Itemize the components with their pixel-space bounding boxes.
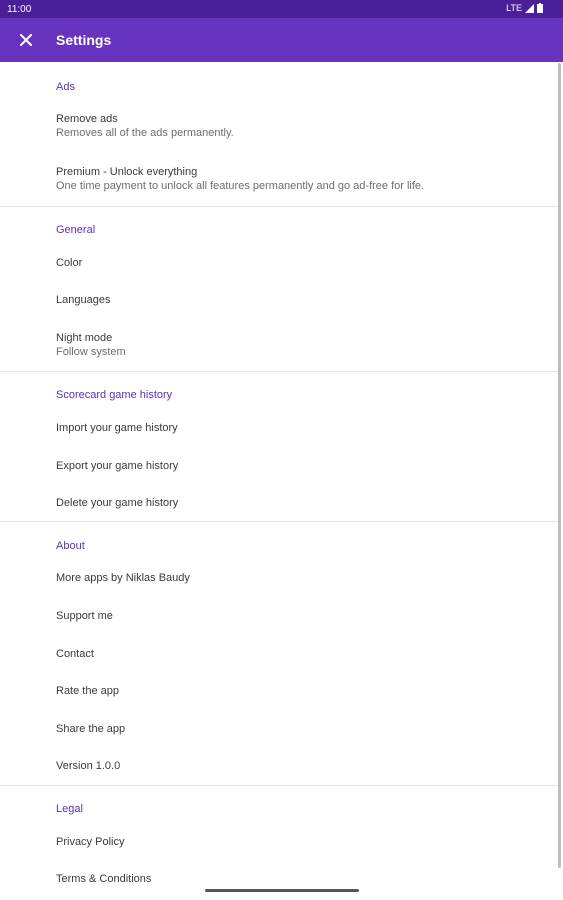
status-time: 11:00	[7, 4, 32, 15]
app-bar: Settings	[0, 18, 563, 62]
privacy-policy-item[interactable]: Privacy Policy	[56, 835, 543, 849]
delete-history-title: Delete your game history	[56, 497, 179, 509]
section-header-general: General	[56, 224, 96, 236]
network-type: LTE	[506, 3, 522, 13]
premium-title: Premium - Unlock everything	[56, 166, 198, 178]
divider	[0, 206, 558, 207]
remove-ads-summary: Removes all of the ads permanently.	[56, 127, 234, 139]
delete-history-item[interactable]: Delete your game history	[56, 496, 543, 510]
status-bar: 11:00 LTE	[0, 0, 563, 18]
languages-title: Languages	[56, 294, 111, 306]
color-item[interactable]: Color	[56, 256, 543, 270]
section-header-legal: Legal	[56, 803, 83, 815]
version-title: Version 1.0.0	[56, 760, 121, 772]
remove-ads-item[interactable]: Remove ads Removes all of the ads perman…	[56, 112, 543, 141]
settings-list[interactable]: Ads Remove ads Removes all of the ads pe…	[0, 62, 563, 900]
support-item[interactable]: Support me	[56, 609, 543, 623]
rate-app-title: Rate the app	[56, 685, 119, 697]
night-mode-item[interactable]: Night mode Follow system	[56, 331, 543, 360]
export-history-item[interactable]: Export your game history	[56, 459, 543, 473]
scrollbar[interactable]	[558, 63, 561, 868]
battery-icon	[537, 3, 543, 13]
status-indicators: LTE	[506, 3, 543, 13]
languages-item[interactable]: Languages	[56, 293, 543, 307]
share-app-item[interactable]: Share the app	[56, 722, 543, 736]
remove-ads-title: Remove ads	[56, 113, 118, 125]
section-header-history: Scorecard game history	[56, 389, 173, 401]
more-apps-title: More apps by Niklas Baudy	[56, 572, 190, 584]
share-app-title: Share the app	[56, 723, 126, 735]
terms-item[interactable]: Terms & Conditions	[56, 872, 543, 886]
night-mode-summary: Follow system	[56, 346, 126, 358]
premium-summary: One time payment to unlock all features …	[56, 180, 425, 192]
terms-title: Terms & Conditions	[56, 873, 152, 885]
close-icon	[20, 34, 32, 46]
import-history-title: Import your game history	[56, 422, 178, 434]
export-history-title: Export your game history	[56, 460, 179, 472]
rate-app-item[interactable]: Rate the app	[56, 684, 543, 698]
night-mode-title: Night mode	[56, 332, 113, 344]
signal-icon	[525, 3, 534, 13]
divider	[0, 785, 558, 786]
close-button[interactable]	[14, 29, 38, 51]
page-title: Settings	[56, 32, 112, 48]
section-header-about: About	[56, 540, 85, 552]
color-title: Color	[56, 257, 83, 269]
import-history-item[interactable]: Import your game history	[56, 421, 543, 435]
section-header-ads: Ads	[56, 81, 75, 93]
support-title: Support me	[56, 610, 113, 622]
divider	[0, 371, 558, 372]
home-indicator[interactable]	[205, 889, 359, 892]
more-apps-item[interactable]: More apps by Niklas Baudy	[56, 571, 543, 585]
divider	[0, 521, 558, 522]
contact-item[interactable]: Contact	[56, 647, 543, 661]
premium-item[interactable]: Premium - Unlock everything One time pay…	[56, 165, 543, 194]
version-item[interactable]: Version 1.0.0	[56, 759, 543, 773]
contact-title: Contact	[56, 648, 94, 660]
privacy-policy-title: Privacy Policy	[56, 836, 125, 848]
